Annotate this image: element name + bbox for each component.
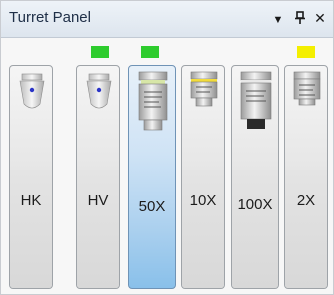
close-button[interactable]: ✕	[311, 7, 329, 29]
pin-icon	[295, 11, 305, 24]
turret-positions: HK HV 50X 10X 100X 2X	[7, 38, 328, 290]
dropdown-icon: ▼	[272, 14, 284, 26]
turret-position-label: 50X	[138, 198, 166, 215]
turret-panel: Turret Panel ▼ ✕ HK HV 50X 10X 100X 2X	[0, 0, 334, 295]
dropdown-menu-button[interactable]: ▼	[269, 7, 287, 29]
turret-position-hk[interactable]: HK	[9, 65, 53, 289]
turret-position-2x[interactable]: 2X	[284, 65, 328, 289]
turret-position-label: 100X	[237, 196, 273, 213]
status-indicator-green	[91, 46, 109, 58]
turret-position-label: HK	[20, 192, 42, 209]
objective-lens-icon	[138, 71, 168, 131]
turret-position-hv[interactable]: HV	[76, 65, 120, 289]
lens-cap-icon	[19, 73, 45, 109]
objective-lens-icon	[240, 71, 272, 129]
lens-cap-icon	[86, 73, 112, 109]
pin-button[interactable]	[291, 7, 309, 29]
objective-lens-icon	[293, 71, 321, 106]
status-indicator-yellow	[297, 46, 315, 58]
turret-position-50x[interactable]: 50X	[128, 65, 176, 289]
panel-title: Turret Panel	[9, 9, 91, 26]
turret-position-label: 2X	[296, 192, 316, 209]
objective-lens-icon	[190, 71, 218, 107]
panel-titlebar: Turret Panel ▼ ✕	[1, 1, 333, 38]
status-indicator-green	[141, 46, 159, 58]
turret-position-label: 10X	[189, 192, 217, 209]
turret-position-10x[interactable]: 10X	[181, 65, 225, 289]
close-icon: ✕	[314, 10, 326, 26]
turret-position-label: HV	[87, 192, 109, 209]
turret-position-100x[interactable]: 100X	[231, 65, 279, 289]
